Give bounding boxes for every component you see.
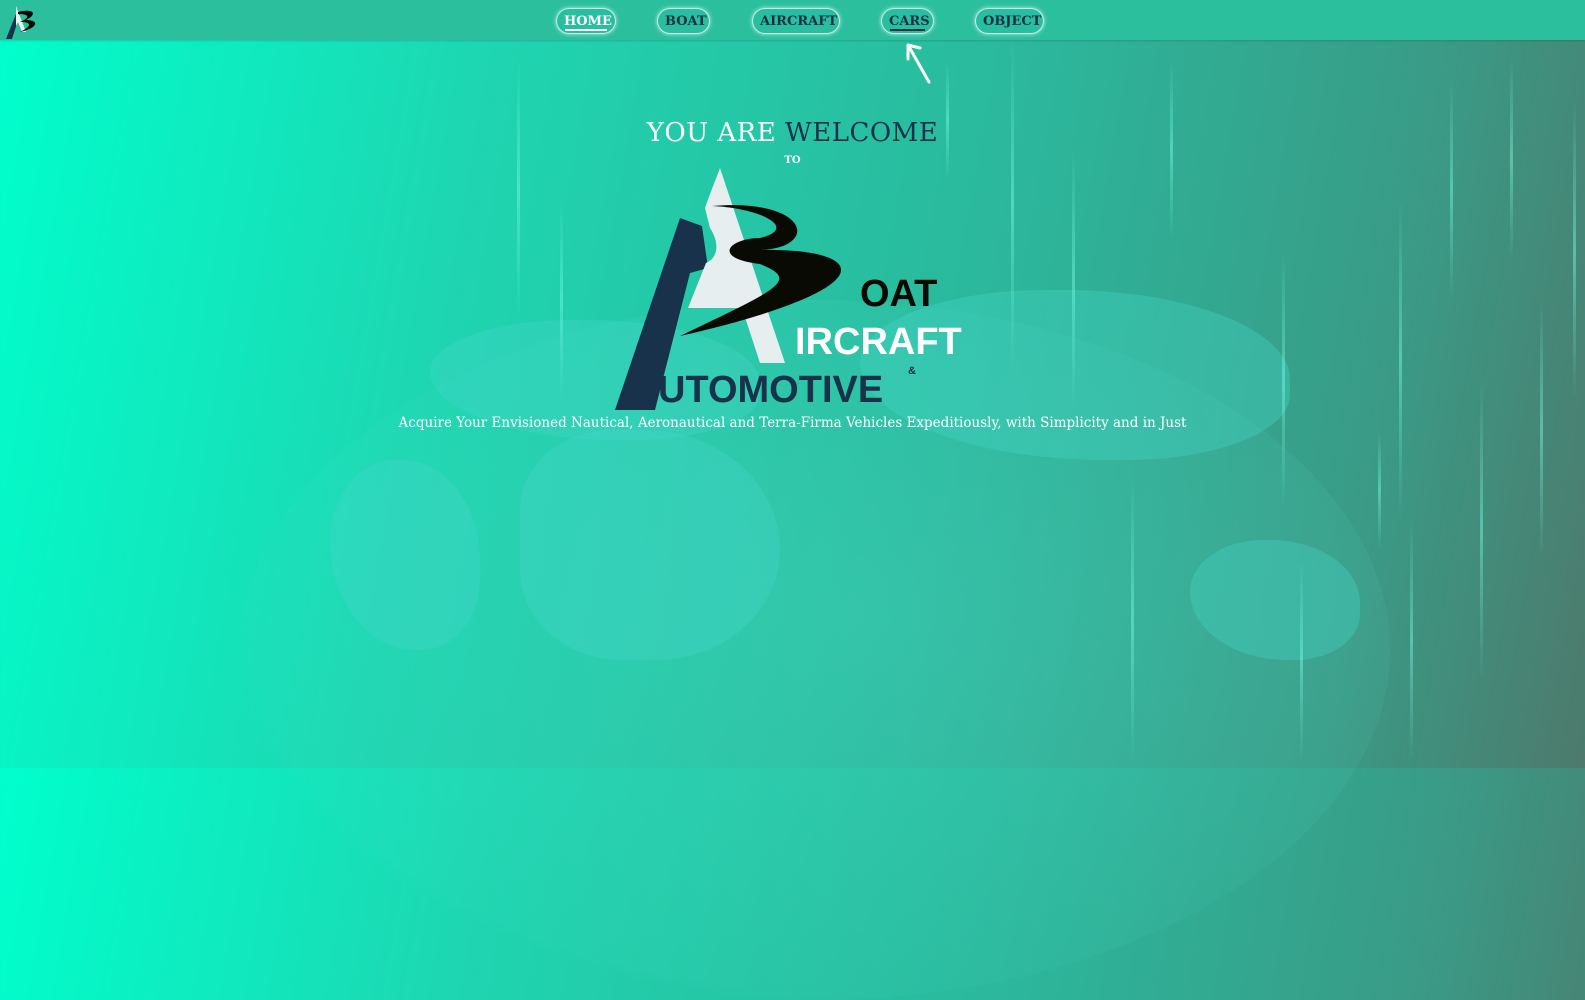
site-logo: OAT IRCRAFT & UTOMOTIVE [615, 168, 962, 411]
abc-monogram-icon[interactable] [4, 2, 48, 40]
logo-ampersand: & [908, 365, 916, 377]
light-streak [560, 200, 563, 400]
nav-home[interactable]: HOME [556, 8, 616, 34]
light-streak [1410, 520, 1413, 760]
light-streak [1011, 40, 1014, 370]
light-streak [1378, 430, 1381, 550]
light-streak [1131, 480, 1134, 760]
nav-object[interactable]: OBJECT [975, 8, 1044, 34]
nav-cars[interactable]: CARS [881, 8, 934, 34]
light-streak [1072, 150, 1075, 410]
light-streak [1450, 80, 1453, 300]
top-navigation-bar: HOME BOAT AIRCRAFT CARS OBJECT [0, 0, 1585, 40]
light-streak [1399, 200, 1402, 520]
welcome-heading-part2: WELCOME [784, 118, 939, 148]
logo-word-boat: OAT [860, 273, 937, 315]
mouse-pointer-icon [906, 43, 931, 84]
light-streak [1170, 60, 1173, 240]
light-streak [517, 60, 520, 320]
hero-tagline: Acquire Your Envisioned Nautical, Aerona… [398, 415, 1187, 431]
welcome-heading-part1: YOU ARE [646, 118, 777, 148]
welcome-to-label: TO [784, 155, 801, 166]
logo-word-automotive: UTOMOTIVE [658, 369, 883, 411]
light-streak [1300, 560, 1303, 760]
welcome-heading: YOU ARE WELCOME [0, 118, 1585, 148]
nav-boat[interactable]: BOAT [657, 8, 710, 34]
light-streak [1282, 250, 1285, 510]
nav-aircraft[interactable]: AIRCRAFT [752, 8, 840, 34]
logo-word-aircraft: IRCRAFT [795, 321, 962, 363]
